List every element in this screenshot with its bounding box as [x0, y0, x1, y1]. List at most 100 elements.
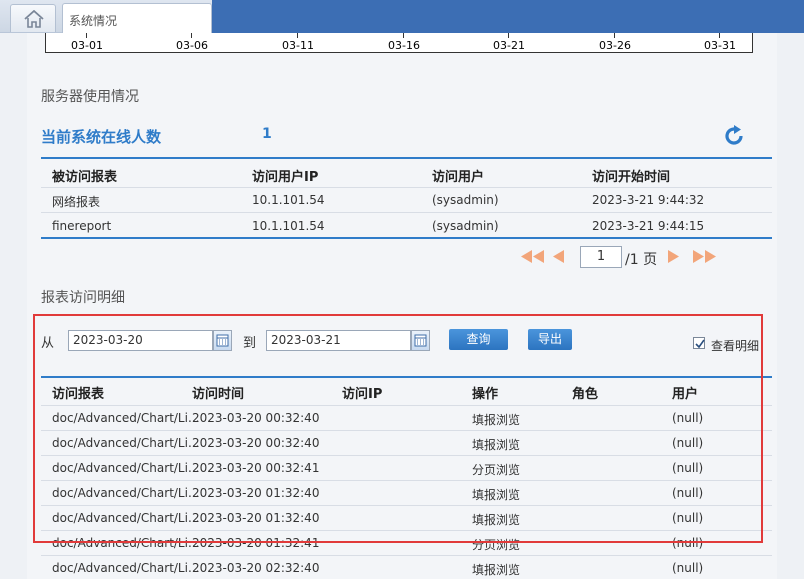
chart-tick-mark [191, 33, 192, 38]
from-calendar-button[interactable] [213, 330, 232, 351]
detail-table-cell: doc/Advanced/Chart/Li... [52, 461, 200, 475]
from-date-input[interactable]: 2023-03-20 [68, 330, 213, 351]
server-table-cell: 2023-3-21 9:44:32 [592, 193, 705, 207]
server-section-title: 服务器使用情况 [41, 89, 139, 105]
online-users-count: 1 [262, 126, 272, 142]
page-total: /1 页 [625, 252, 658, 268]
server-table-cell: 网络报表 [52, 195, 101, 209]
chart-tick-label: 03-01 [71, 39, 103, 52]
row-divider [41, 212, 772, 213]
detail-table-cell: (null) [672, 436, 704, 450]
check-icon [695, 339, 705, 349]
last-page-icon[interactable] [692, 250, 716, 263]
server-table-cell: 10.1.101.54 [252, 219, 325, 233]
calendar-icon [216, 334, 229, 347]
detail-table-cell: doc/Advanced/Chart/Li... [52, 436, 200, 450]
to-calendar-button[interactable] [411, 330, 430, 351]
chart-tick-label: 03-21 [493, 39, 525, 52]
server-table-cell: 2023-3-21 9:44:15 [592, 219, 705, 233]
detail-table-cell: 填报浏览 [472, 413, 521, 427]
detail-table-cell: 填报浏览 [472, 438, 521, 452]
query-button[interactable]: 查询 [449, 329, 508, 350]
server-table-header: 访问用户 [432, 170, 485, 185]
row-divider [41, 480, 772, 481]
prev-page-icon[interactable] [553, 250, 565, 263]
server-table-cell: finereport [52, 219, 112, 233]
detail-table-cell: (null) [672, 486, 704, 500]
row-divider [41, 530, 772, 531]
server-table-cell: (sysadmin) [432, 193, 499, 207]
detail-table-cell: 2023-03-20 00:32:41 [192, 461, 320, 475]
detail-table-cell: 2023-03-20 01:32:40 [192, 511, 320, 525]
chart-tick-mark [508, 33, 509, 38]
tab-label: 系统情况 [69, 14, 118, 28]
server-table-header: 访问开始时间 [592, 170, 671, 185]
server-table-bottom-border [41, 237, 772, 239]
detail-table-cell: doc/Advanced/Chart/Li... [52, 411, 200, 425]
page-number-input[interactable]: 1 [580, 246, 622, 268]
server-table-top-border [41, 157, 772, 159]
online-users-label: 当前系统在线人数 [41, 128, 162, 146]
detail-table-header: 角色 [572, 387, 599, 402]
detail-table-cell: (null) [672, 461, 704, 475]
row-divider [41, 187, 772, 188]
row-divider [41, 405, 772, 406]
detail-table-cell: (null) [672, 411, 704, 425]
tab-system-status[interactable]: 系统情况 [62, 3, 212, 34]
detail-table-header: 访问时间 [192, 387, 245, 402]
export-button[interactable]: 导出 [528, 329, 572, 350]
detail-table-cell: 填报浏览 [472, 488, 521, 502]
chart-tick-label: 03-26 [599, 39, 631, 52]
detail-table-cell: doc/Advanced/Chart/Li... [52, 486, 200, 500]
show-detail-checkbox[interactable] [693, 337, 705, 349]
next-page-icon[interactable] [667, 250, 679, 263]
detail-table-header: 用户 [672, 387, 699, 402]
detail-table-cell: 2023-03-20 01:32:40 [192, 486, 320, 500]
left-gutter [0, 33, 27, 579]
tab-bar: 系统情况 [0, 0, 804, 34]
detail-table-cell: doc/Advanced/Chart/Li... [52, 561, 200, 575]
from-label: 从 [41, 336, 55, 351]
chart-tick-label: 03-11 [282, 39, 314, 52]
chart-tick-label: 03-16 [388, 39, 420, 52]
tab-bar-background [212, 0, 804, 33]
detail-table-cell: (null) [672, 511, 704, 525]
detail-table-cell: 2023-03-20 01:32:41 [192, 536, 320, 550]
detail-table-header: 访问报表 [52, 387, 105, 402]
detail-table-cell: doc/Advanced/Chart/Li... [52, 536, 200, 550]
row-divider [41, 555, 772, 556]
row-divider [41, 505, 772, 506]
row-divider [41, 455, 772, 456]
detail-table-cell: (null) [672, 561, 704, 575]
first-page-icon[interactable] [521, 250, 545, 263]
right-gutter [777, 33, 804, 579]
server-table-cell: 10.1.101.54 [252, 193, 325, 207]
detail-section-title: 报表访问明细 [41, 290, 125, 306]
chart-tick-label: 03-06 [176, 39, 208, 52]
chart-tick-label: 03-31 [704, 39, 736, 52]
show-detail-label: 查看明细 [711, 339, 760, 353]
detail-table-cell: (null) [672, 536, 704, 550]
refresh-icon[interactable] [722, 124, 746, 148]
chart-tick-mark [297, 33, 298, 38]
detail-table-cell: 填报浏览 [472, 513, 521, 527]
chart-tick-mark [614, 33, 615, 38]
detail-table-cell: doc/Advanced/Chart/Li... [52, 511, 200, 525]
home-tab[interactable] [10, 4, 56, 32]
server-table-cell: (sysadmin) [432, 219, 499, 233]
detail-table-cell: 2023-03-20 00:32:40 [192, 411, 320, 425]
to-date-input[interactable]: 2023-03-21 [266, 330, 411, 351]
detail-table-cell: 填报浏览 [472, 563, 521, 577]
row-divider [41, 430, 772, 431]
detail-table-cell: 分页浏览 [472, 463, 521, 477]
calendar-icon [414, 334, 427, 347]
detail-table-cell: 2023-03-20 00:32:40 [192, 436, 320, 450]
detail-table-header: 操作 [472, 387, 499, 402]
chart-tick-mark [403, 33, 404, 38]
server-table-header: 被访问报表 [52, 170, 118, 185]
detail-table-header: 访问IP [342, 387, 383, 402]
chart-tick-mark [86, 33, 87, 38]
to-label: 到 [243, 336, 257, 351]
server-table-header: 访问用户IP [252, 170, 319, 185]
chart-tick-mark [719, 33, 720, 38]
